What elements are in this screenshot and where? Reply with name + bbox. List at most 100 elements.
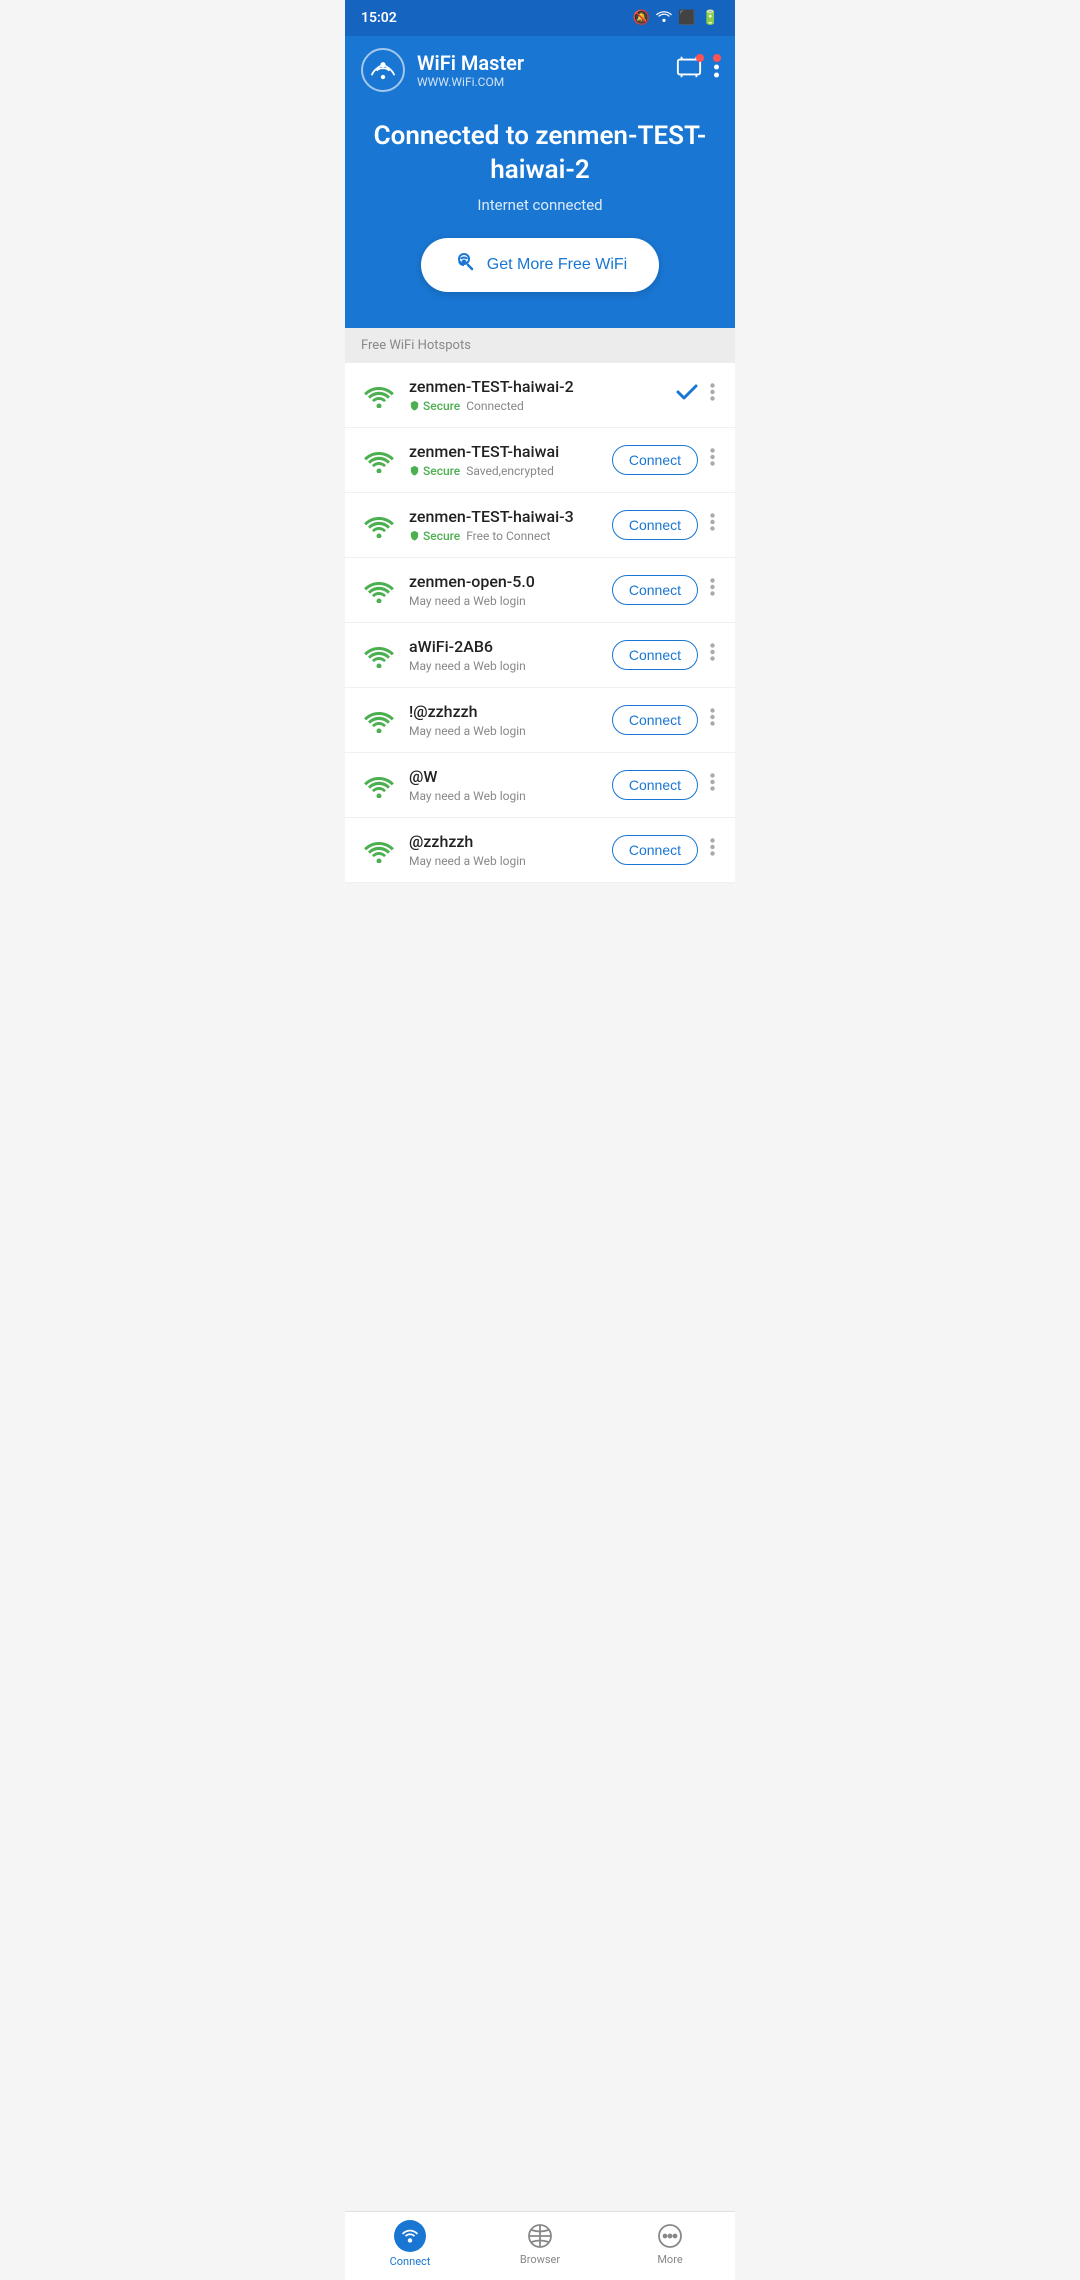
wifi-action: Connect [612,445,719,475]
wifi-action: Connect [612,770,719,800]
screenshot-icon: ⬛ [678,10,695,26]
menu-notification-dot [713,54,721,62]
wifi-info: @zzhzzhMay need a Web login [409,832,600,868]
more-nav-icon [656,2222,684,2250]
nav-more[interactable]: More [605,2222,735,2266]
scan-button[interactable] [676,56,702,84]
header-left: WiFi Master WWW.WiFi.COM [361,48,524,92]
wifi-name: zenmen-TEST-haiwai-3 [409,507,600,526]
wifi-info: zenmen-TEST-haiwai Secure Saved,encrypted [409,442,600,478]
connect-nav-label: Connect [390,2255,431,2268]
wifi-action: Connect [612,640,719,670]
nav-connect[interactable]: Connect [345,2220,475,2268]
browser-nav-label: Browser [520,2253,560,2266]
wifi-info: zenmen-open-5.0 May need a Web login [409,572,600,608]
get-more-wifi-label: Get More Free WiFi [487,256,627,274]
wifi-more-button[interactable] [706,643,719,666]
wifi-action: Connect [612,835,719,865]
search-wifi-icon [453,250,477,280]
wifi-name: zenmen-TEST-haiwai-2 [409,377,664,396]
mute-icon: 🔕 [633,10,650,26]
wifi-signal-icon [361,377,397,413]
app-name: WiFi Master [417,51,524,75]
menu-button[interactable] [714,56,719,84]
wifi-more-button[interactable] [706,448,719,471]
wifi-list-item: @zzhzzhMay need a Web login Connect [345,818,735,883]
wifi-secure-badge: Secure [409,529,460,543]
connect-button-4[interactable]: Connect [612,640,698,670]
connect-button-3[interactable]: Connect [612,575,698,605]
wifi-signal-icon [361,767,397,803]
wifi-status-row: Secure Free to Connect [409,529,600,543]
connect-button-7[interactable]: Connect [612,835,698,865]
status-icons: 🔕 ⬛ 🔋 [633,10,719,26]
wifi-info: zenmen-TEST-haiwai-2 Secure Connected [409,377,664,413]
wifi-action [676,382,719,407]
wifi-secure-badge: Secure [409,464,460,478]
app-logo [361,48,405,92]
wifi-name: !@zzhzzh [409,702,600,721]
wifi-status-row: May need a Web login [409,854,600,868]
connect-button-2[interactable]: Connect [612,510,698,540]
nav-browser[interactable]: Browser [475,2222,605,2266]
wifi-detail-text: May need a Web login [409,594,526,608]
wifi-more-button[interactable] [706,383,719,406]
wifi-name: zenmen-TEST-haiwai [409,442,600,461]
wifi-info: !@zzhzzh May need a Web login [409,702,600,738]
wifi-detail-text: May need a Web login [409,854,526,868]
wifi-detail-text: May need a Web login [409,659,526,673]
wifi-name: zenmen-open-5.0 [409,572,600,591]
wifi-more-button[interactable] [706,773,719,796]
wifi-detail-text: May need a Web login [409,789,526,803]
wifi-info: zenmen-TEST-haiwai-3 Secure Free to Connec… [409,507,600,543]
wifi-more-button[interactable] [706,708,719,731]
connected-title: Connected to zenmen-TEST-haiwai-2 [369,120,711,188]
wifi-info: aWiFi-2AB6May need a Web login [409,637,600,673]
header-right [676,56,719,84]
wifi-signal-icon [361,832,397,868]
wifi-list: zenmen-TEST-haiwai-2 Secure Connected zenm… [345,363,735,883]
wifi-more-button[interactable] [706,578,719,601]
wifi-list-item: zenmen-TEST-haiwai-2 Secure Connected [345,363,735,428]
wifi-detail-text: May need a Web login [409,724,526,738]
wifi-list-item: @W May need a Web login Connect [345,753,735,818]
wifi-list-item: zenmen-TEST-haiwai Secure Saved,encrypted C… [345,428,735,493]
wifi-list-item: aWiFi-2AB6May need a Web login Connect [345,623,735,688]
wifi-signal-icon [361,507,397,543]
wifi-action: Connect [612,705,719,735]
connected-checkmark [676,382,698,407]
get-more-wifi-button[interactable]: Get More Free WiFi [421,238,659,292]
wifi-status-icon [656,10,672,26]
app-header: WiFi Master WWW.WiFi.COM [345,36,735,100]
wifi-list-item: !@zzhzzh May need a Web login Connect [345,688,735,753]
connect-button-5[interactable]: Connect [612,705,698,735]
wifi-signal-icon [361,637,397,673]
wifi-secure-badge: Secure [409,399,460,413]
wifi-list-item: zenmen-TEST-haiwai-3 Secure Free to Connec… [345,493,735,558]
wifi-more-button[interactable] [706,513,719,536]
wifi-info: @W May need a Web login [409,767,600,803]
wifi-detail-text: Connected [466,399,524,413]
header-title-group: WiFi Master WWW.WiFi.COM [417,51,524,89]
wifi-detail-text: Saved,encrypted [466,464,554,478]
connect-nav-icon [394,2220,426,2252]
wifi-detail-text: Free to Connect [466,529,550,543]
wifi-more-button[interactable] [706,838,719,861]
wifi-status-row: May need a Web login [409,594,600,608]
battery-icon: 🔋 [702,10,719,26]
wifi-signal-icon [361,442,397,478]
connect-button-1[interactable]: Connect [612,445,698,475]
wifi-signal-icon [361,572,397,608]
connect-button-6[interactable]: Connect [612,770,698,800]
bottom-navigation: Connect Browser More [345,2211,735,2280]
wifi-action: Connect [612,575,719,605]
wifi-status-row: May need a Web login [409,724,600,738]
status-bar: 15:02 🔕 ⬛ 🔋 [345,0,735,36]
hero-section: Connected to zenmen-TEST-haiwai-2 Intern… [345,100,735,328]
scan-notification-dot [696,54,704,62]
wifi-status-row: Secure Connected [409,399,664,413]
more-nav-label: More [657,2253,682,2266]
wifi-name: @W [409,767,600,786]
wifi-status-row: Secure Saved,encrypted [409,464,600,478]
wifi-list-item: zenmen-open-5.0 May need a Web login Conne… [345,558,735,623]
